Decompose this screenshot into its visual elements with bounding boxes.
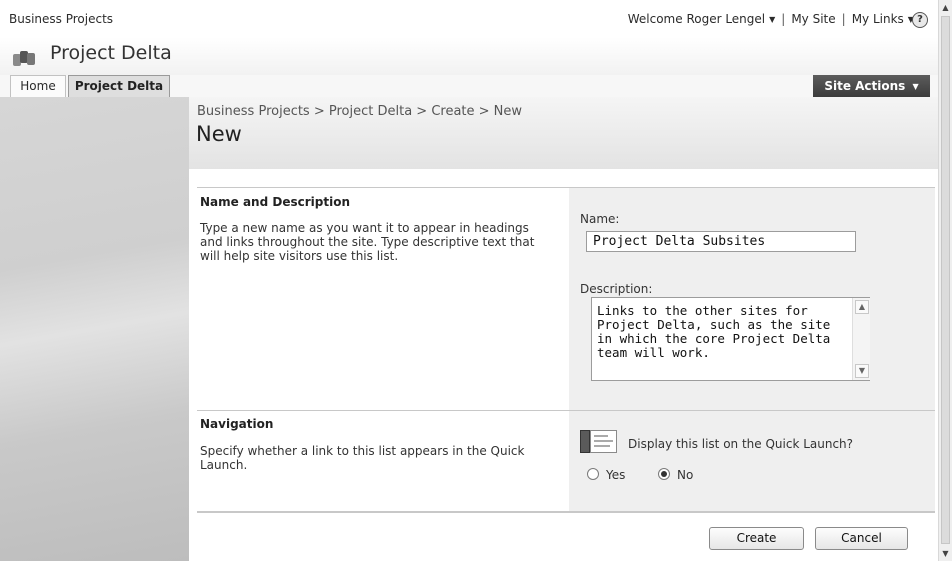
welcome-menu[interactable]: Welcome Roger Lengel ▼ xyxy=(628,12,776,26)
people-group-icon xyxy=(13,51,39,67)
chevron-down-icon: ▼ xyxy=(769,15,776,24)
cancel-button[interactable]: Cancel xyxy=(815,527,908,550)
name-label: Name: xyxy=(580,212,620,226)
scroll-up-icon[interactable]: ▲ xyxy=(941,3,950,12)
site-actions-menu[interactable]: Site Actions ▼ xyxy=(813,75,930,97)
tab-home[interactable]: Home xyxy=(10,75,66,97)
tab-project-delta[interactable]: Project Delta xyxy=(68,75,170,98)
radio-no[interactable] xyxy=(658,468,670,480)
my-links-menu[interactable]: My Links ▼ xyxy=(852,12,914,26)
site-collection-link[interactable]: Business Projects xyxy=(9,12,113,26)
navigation-section: Navigation Specify whether a link to thi… xyxy=(197,410,935,513)
section-description: Type a new name as you want it to appear… xyxy=(200,221,535,263)
chevron-down-icon: ▼ xyxy=(912,82,919,91)
left-navigation-panel xyxy=(0,97,189,561)
site-actions-label: Site Actions xyxy=(824,79,906,93)
section-input-column xyxy=(569,411,935,511)
description-label: Description: xyxy=(580,282,653,296)
top-links: Welcome Roger Lengel ▼ | My Site | My Lin… xyxy=(628,12,930,26)
section-heading: Name and Description xyxy=(200,195,350,209)
section-description: Specify whether a link to this list appe… xyxy=(200,444,525,472)
separator: | xyxy=(781,12,786,26)
my-site-link[interactable]: My Site xyxy=(791,12,835,26)
breadcrumb[interactable]: Business Projects > Project Delta > Crea… xyxy=(197,104,522,119)
scroll-down-icon[interactable]: ▼ xyxy=(941,549,950,558)
title-bar: Project Delta xyxy=(0,37,938,75)
separator: | xyxy=(841,12,846,26)
name-input[interactable]: Project Delta Subsites xyxy=(586,231,856,252)
my-links-label: My Links xyxy=(851,12,904,26)
top-navigation: Home Project Delta Site Actions ▼ xyxy=(0,75,938,99)
description-text: Links to the other sites for Project Del… xyxy=(597,303,831,360)
page-scrollbar[interactable]: ▲ ▼ xyxy=(938,0,952,561)
welcome-label: Welcome Roger Lengel xyxy=(627,12,766,26)
help-icon[interactable]: ? xyxy=(912,12,928,28)
site-title[interactable]: Project Delta xyxy=(50,42,172,64)
create-button[interactable]: Create xyxy=(709,527,804,550)
section-heading: Navigation xyxy=(200,417,274,431)
scroll-up-icon[interactable]: ▲ xyxy=(855,300,869,314)
page-title: New xyxy=(196,122,242,146)
radio-no-label[interactable]: No xyxy=(677,468,693,482)
radio-yes[interactable] xyxy=(587,468,599,480)
scroll-down-icon[interactable]: ▼ xyxy=(855,364,869,378)
quick-launch-question: Display this list on the Quick Launch? xyxy=(628,437,854,451)
radio-yes-label[interactable]: Yes xyxy=(606,468,625,482)
quick-launch-icon xyxy=(580,430,617,453)
scrollbar-thumb[interactable] xyxy=(941,16,950,544)
description-scrollbar[interactable]: ▲ ▼ xyxy=(852,298,870,380)
